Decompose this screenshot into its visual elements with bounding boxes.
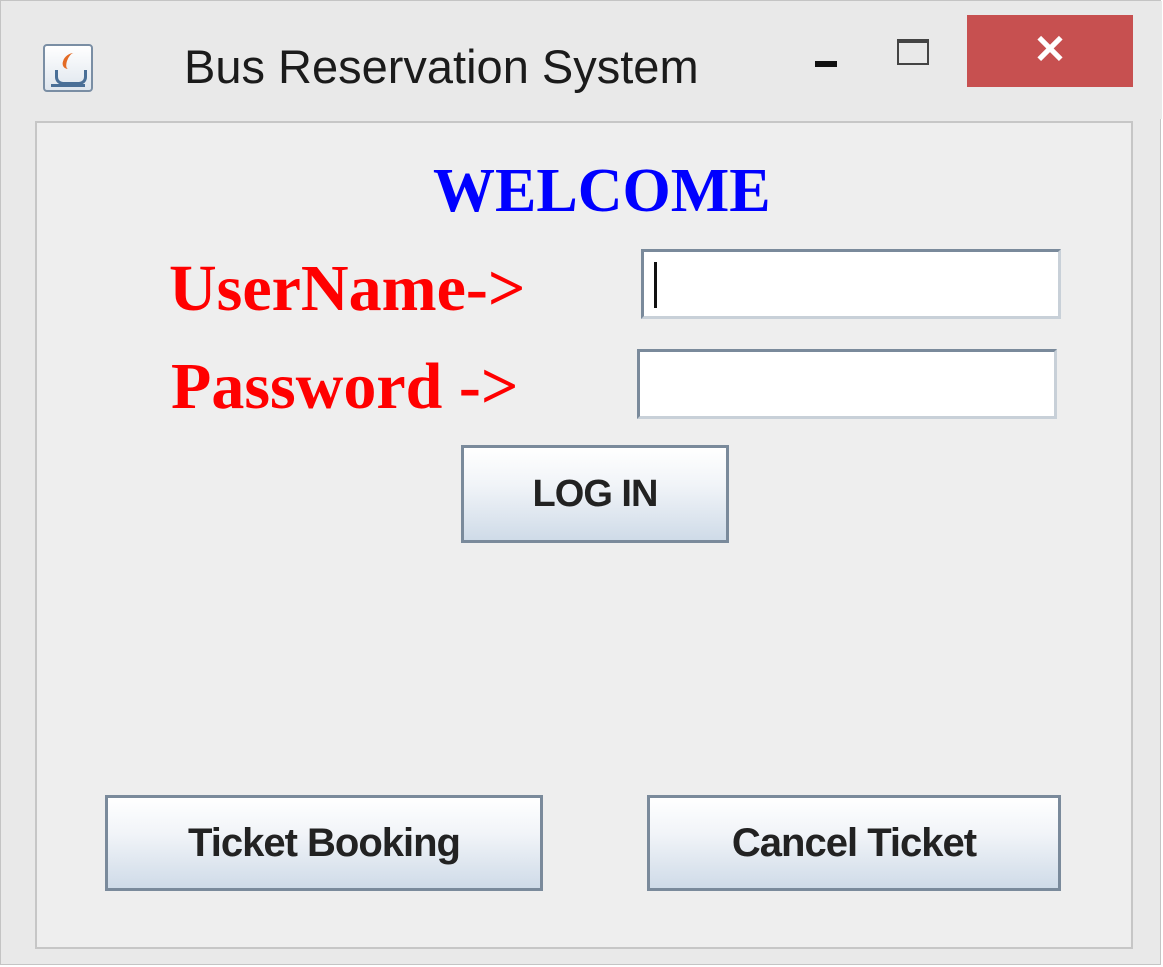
minimize-button[interactable] <box>813 41 843 71</box>
username-label: UserName-> <box>169 252 526 325</box>
cancel-ticket-button[interactable]: Cancel Ticket <box>647 795 1061 891</box>
welcome-heading: WELCOME <box>433 157 771 225</box>
password-input[interactable] <box>640 352 1054 416</box>
ticket-booking-button[interactable]: Ticket Booking <box>105 795 543 891</box>
minimize-icon <box>815 61 837 67</box>
window-title: Bus Reservation System <box>184 40 699 93</box>
username-field-frame[interactable] <box>641 249 1061 319</box>
java-cup-icon <box>43 44 93 92</box>
close-button[interactable]: ✕ <box>967 15 1133 87</box>
login-button[interactable]: LOG IN <box>461 445 729 543</box>
title-bar[interactable]: Bus Reservation System ✕ <box>1 1 1162 119</box>
password-field-frame[interactable] <box>637 349 1057 419</box>
username-input[interactable] <box>644 252 1058 316</box>
login-panel: WELCOME UserName-> Password -> LOG IN Ti… <box>35 121 1133 949</box>
app-window: Bus Reservation System ✕ WELCOME UserNam… <box>0 0 1162 965</box>
maximize-button[interactable] <box>897 39 929 65</box>
text-caret <box>654 262 657 308</box>
close-icon: ✕ <box>1033 28 1067 72</box>
password-label: Password -> <box>171 350 519 423</box>
